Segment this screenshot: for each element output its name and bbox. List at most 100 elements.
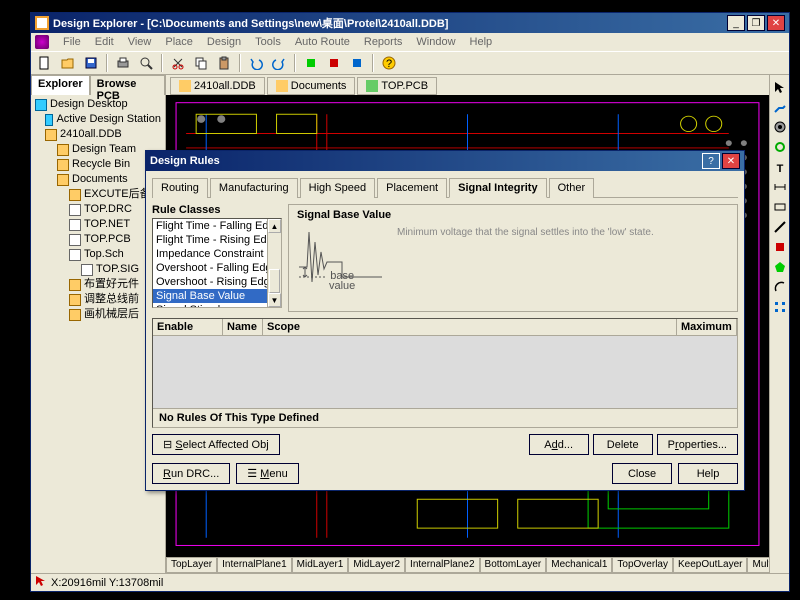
add-button[interactable]: Add... xyxy=(529,434,589,455)
select-affected-button[interactable]: ⊟ Select Affected Obj xyxy=(152,434,280,455)
menu-help[interactable]: Help xyxy=(464,35,499,49)
tb-c[interactable] xyxy=(347,53,367,73)
run-drc-button[interactable]: Run DRC... xyxy=(152,463,230,484)
save-button[interactable] xyxy=(81,53,101,73)
track-tool[interactable] xyxy=(772,99,788,115)
minimize-button[interactable]: _ xyxy=(727,15,745,31)
menu-autoroute[interactable]: Auto Route xyxy=(289,35,356,49)
rule-class-item[interactable]: Flight Time - Falling Edge xyxy=(153,219,281,233)
col-scope[interactable]: Scope xyxy=(263,319,677,335)
tree-item[interactable]: 布置好元件 xyxy=(33,277,163,292)
rule-list-scrollbar[interactable]: ▲ ▼ xyxy=(267,219,281,307)
arc-tool[interactable] xyxy=(772,279,788,295)
rule-class-item[interactable]: Impedance Constraint xyxy=(153,247,281,261)
delete-button[interactable]: Delete xyxy=(593,434,653,455)
menu-edit[interactable]: Edit xyxy=(89,35,120,49)
select-tool[interactable] xyxy=(772,79,788,95)
tree-desktop[interactable]: Design Desktop xyxy=(33,97,163,112)
layer-tab[interactable]: Mechanical1 xyxy=(546,557,612,573)
menu-view[interactable]: View xyxy=(122,35,158,49)
rule-class-item[interactable]: Overshoot - Rising Edge xyxy=(153,275,281,289)
layer-tab[interactable]: MultiLayer xyxy=(747,557,769,573)
menu-place[interactable]: Place xyxy=(159,35,199,49)
dimension-tool[interactable] xyxy=(772,179,788,195)
new-button[interactable] xyxy=(35,53,55,73)
layer-tab[interactable]: TopOverlay xyxy=(612,557,673,573)
layer-tab[interactable]: KeepOutLayer xyxy=(673,557,748,573)
properties-button[interactable]: Properties... xyxy=(657,434,738,455)
dialog-titlebar[interactable]: Design Rules ? ✕ xyxy=(146,151,744,171)
array-tool[interactable] xyxy=(772,299,788,315)
explorer-tab[interactable]: Explorer xyxy=(31,75,90,95)
fill-tool[interactable] xyxy=(772,239,788,255)
open-button[interactable] xyxy=(58,53,78,73)
layer-tab[interactable]: InternalPlane2 xyxy=(405,557,480,573)
tree-team[interactable]: Design Team xyxy=(33,142,163,157)
layer-tab[interactable]: MidLayer1 xyxy=(292,557,349,573)
menu-reports[interactable]: Reports xyxy=(358,35,409,49)
dialog-help-button[interactable]: ? xyxy=(702,153,720,169)
layer-tab[interactable]: InternalPlane1 xyxy=(217,557,292,573)
print-button[interactable] xyxy=(113,53,133,73)
close-button[interactable]: ✕ xyxy=(767,15,785,31)
dialog-close-button[interactable]: ✕ xyxy=(722,153,740,169)
tree-item[interactable]: Top.Sch xyxy=(33,247,163,262)
menu-file[interactable]: File xyxy=(57,35,87,49)
tab-highspeed[interactable]: High Speed xyxy=(300,178,376,198)
tab-routing[interactable]: Routing xyxy=(152,178,208,198)
rule-class-item[interactable]: Signal Stimulus xyxy=(153,303,281,308)
menu-design[interactable]: Design xyxy=(201,35,247,49)
col-name[interactable]: Name xyxy=(223,319,263,335)
undo-button[interactable] xyxy=(246,53,266,73)
tree-item[interactable]: TOP.PCB xyxy=(33,232,163,247)
redo-button[interactable] xyxy=(269,53,289,73)
rule-class-item[interactable]: Overshoot - Falling Edge xyxy=(153,261,281,275)
doc-tab-ddb[interactable]: 2410all.DDB xyxy=(170,77,265,95)
pad-tool[interactable] xyxy=(772,119,788,135)
help-dialog-button[interactable]: Help xyxy=(678,463,738,484)
grid-body[interactable] xyxy=(153,336,737,408)
tab-placement[interactable]: Placement xyxy=(377,178,447,198)
paste-button[interactable] xyxy=(214,53,234,73)
layer-tab[interactable]: TopLayer xyxy=(166,557,217,573)
app-menu-icon[interactable] xyxy=(35,35,49,49)
tree-item[interactable]: TOP.DRC xyxy=(33,202,163,217)
scroll-up-button[interactable]: ▲ xyxy=(268,219,281,233)
line-tool[interactable] xyxy=(772,219,788,235)
rule-class-item-selected[interactable]: Signal Base Value xyxy=(153,289,281,303)
scroll-down-button[interactable]: ▼ xyxy=(268,293,281,307)
scroll-thumb[interactable] xyxy=(269,269,280,293)
rect-tool[interactable] xyxy=(772,199,788,215)
maximize-button[interactable]: ❐ xyxy=(747,15,765,31)
menu-tools[interactable]: Tools xyxy=(249,35,287,49)
tree-ddb[interactable]: 2410all.DDB xyxy=(33,127,163,142)
doc-tab-pcb[interactable]: TOP.PCB xyxy=(357,77,437,95)
tree-item[interactable]: 调整总线前 xyxy=(33,292,163,307)
tree-item[interactable]: 画机械层后 xyxy=(33,307,163,322)
tree-item[interactable]: TOP.SIG xyxy=(33,262,163,277)
tree-bin[interactable]: Recycle Bin xyxy=(33,157,163,172)
rule-class-item[interactable]: Flight Time - Rising Edge xyxy=(153,233,281,247)
tab-signal-integrity[interactable]: Signal Integrity xyxy=(449,178,546,198)
menu-window[interactable]: Window xyxy=(410,35,461,49)
help-button[interactable]: ? xyxy=(379,53,399,73)
cut-button[interactable] xyxy=(168,53,188,73)
doc-tab-docs[interactable]: Documents xyxy=(267,77,356,95)
tab-manufacturing[interactable]: Manufacturing xyxy=(210,178,298,198)
copy-button[interactable] xyxy=(191,53,211,73)
via-tool[interactable] xyxy=(772,139,788,155)
tree-docs[interactable]: Documents xyxy=(33,172,163,187)
tab-other[interactable]: Other xyxy=(549,178,595,198)
tb-a[interactable] xyxy=(301,53,321,73)
col-enable[interactable]: Enable xyxy=(153,319,223,335)
close-dialog-button[interactable]: Close xyxy=(612,463,672,484)
menu-button[interactable]: ☰ Menu xyxy=(236,463,298,484)
tree-station[interactable]: Active Design Station xyxy=(33,112,163,127)
layer-tab[interactable]: MidLayer2 xyxy=(348,557,405,573)
tb-b[interactable] xyxy=(324,53,344,73)
tree-item[interactable]: TOP.NET xyxy=(33,217,163,232)
col-max[interactable]: Maximum xyxy=(677,319,737,335)
tree-item[interactable]: EXCUTE后备 xyxy=(33,187,163,202)
poly-tool[interactable] xyxy=(772,259,788,275)
browse-pcb-tab[interactable]: Browse PCB xyxy=(90,75,165,95)
